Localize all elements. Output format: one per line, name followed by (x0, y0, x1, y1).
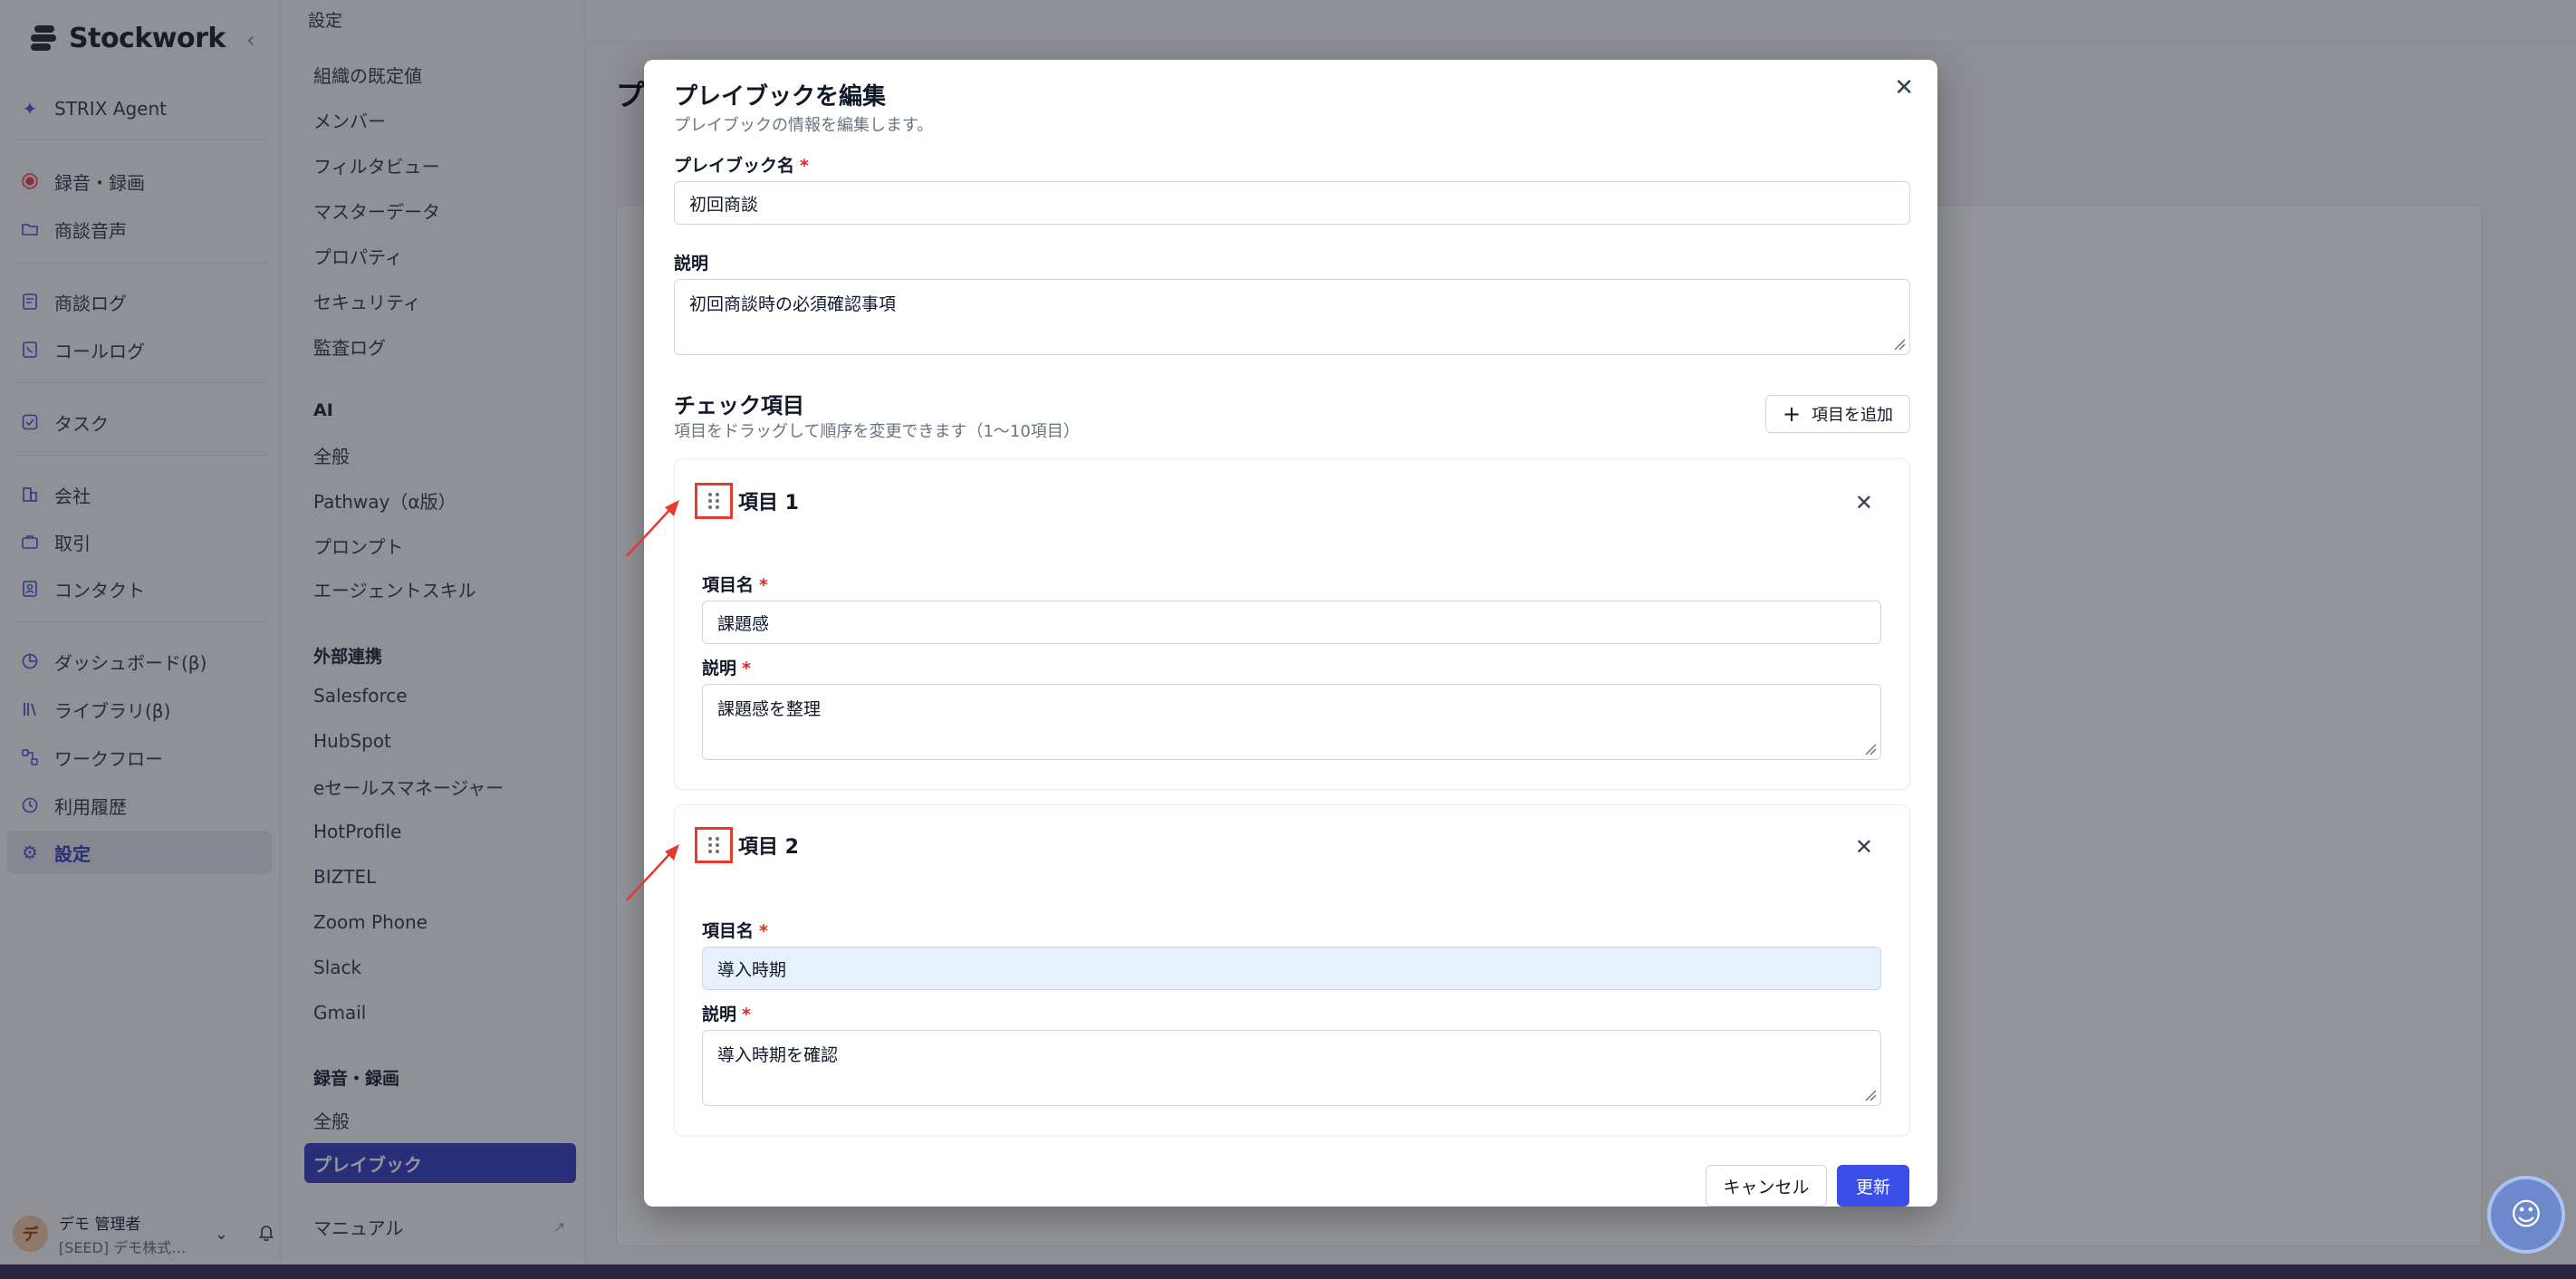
field-label-text: 項目名 (702, 575, 755, 595)
annotation-arrow-icon (626, 844, 679, 901)
playbook-description-textarea[interactable]: 初回商談時の必須確認事項 (674, 279, 1910, 355)
field-label-text: 項目名 (702, 921, 755, 941)
field-label-text: プレイブック名 (674, 156, 795, 176)
playbook-name-label: プレイブック名 * (674, 152, 809, 177)
check-item-title: 項目 2 (738, 836, 799, 859)
playbook-description-label: 説明 (674, 254, 709, 274)
required-mark: * (759, 575, 768, 595)
item-description-label: 説明 * (702, 1001, 751, 1025)
button-label: 項目を追加 (1812, 406, 1894, 425)
update-button[interactable]: 更新 (1837, 1165, 1909, 1207)
check-item-card-2: 項目 2 ✕ 項目名 * 導入時期 説明 * 導入時期を確認 (674, 804, 1910, 1136)
item-name-input[interactable]: 課題感 (702, 601, 1881, 644)
annotation-arrow-icon (626, 500, 679, 557)
required-mark: * (759, 921, 768, 941)
check-items-hint: 項目をドラッグして順序を変更できます（1〜10項目） (674, 422, 1080, 441)
resize-handle-icon[interactable] (1893, 338, 1906, 351)
required-mark: * (800, 156, 809, 176)
dialog-title: プレイブックを編集 (674, 83, 887, 111)
edit-playbook-dialog: ✕ プレイブックを編集 プレイブックの情報を編集します。 プレイブック名 * 初回… (644, 60, 1937, 1207)
playbook-name-input[interactable]: 初回商談 (674, 181, 1910, 225)
textarea-value: 導入時期を確認 (717, 1045, 839, 1065)
item-description-textarea[interactable]: 課題感を整理 (702, 684, 1881, 760)
item-name-input[interactable]: 導入時期 (702, 947, 1881, 990)
plus-icon: + (1782, 401, 1802, 427)
cancel-button[interactable]: キャンセル (1706, 1165, 1827, 1207)
check-items-title: チェック項目 (674, 393, 804, 418)
required-mark: * (742, 1005, 751, 1024)
item-name-label: 項目名 * (702, 572, 768, 596)
drag-handle-icon[interactable] (695, 483, 733, 519)
add-item-button[interactable]: + 項目を追加 (1765, 395, 1910, 433)
taskbar-strip (0, 1265, 2576, 1279)
item-description-label: 説明 * (702, 655, 751, 679)
textarea-value: 初回商談時の必須確認事項 (689, 294, 897, 314)
remove-item-icon[interactable]: ✕ (1855, 490, 1873, 515)
resize-handle-icon[interactable] (1864, 743, 1877, 755)
drag-handle-icon[interactable] (695, 827, 733, 863)
dialog-subtitle: プレイブックの情報を編集します。 (674, 116, 934, 135)
check-item-card-1: 項目 1 ✕ 項目名 * 課題感 説明 * 課題感を整理 (674, 458, 1910, 790)
remove-item-icon[interactable]: ✕ (1855, 834, 1873, 860)
required-mark: * (742, 659, 751, 678)
textarea-value: 課題感を整理 (717, 699, 822, 719)
item-description-textarea[interactable]: 導入時期を確認 (702, 1030, 1881, 1106)
resize-handle-icon[interactable] (1864, 1089, 1877, 1101)
field-label-text: 説明 (702, 1005, 737, 1024)
assistant-bot-icon[interactable]: ☺ (2487, 1176, 2565, 1254)
item-name-label: 項目名 * (702, 918, 768, 942)
close-icon[interactable]: ✕ (1894, 74, 1914, 101)
check-item-title: 項目 1 (738, 492, 799, 514)
field-label-text: 説明 (702, 659, 737, 678)
